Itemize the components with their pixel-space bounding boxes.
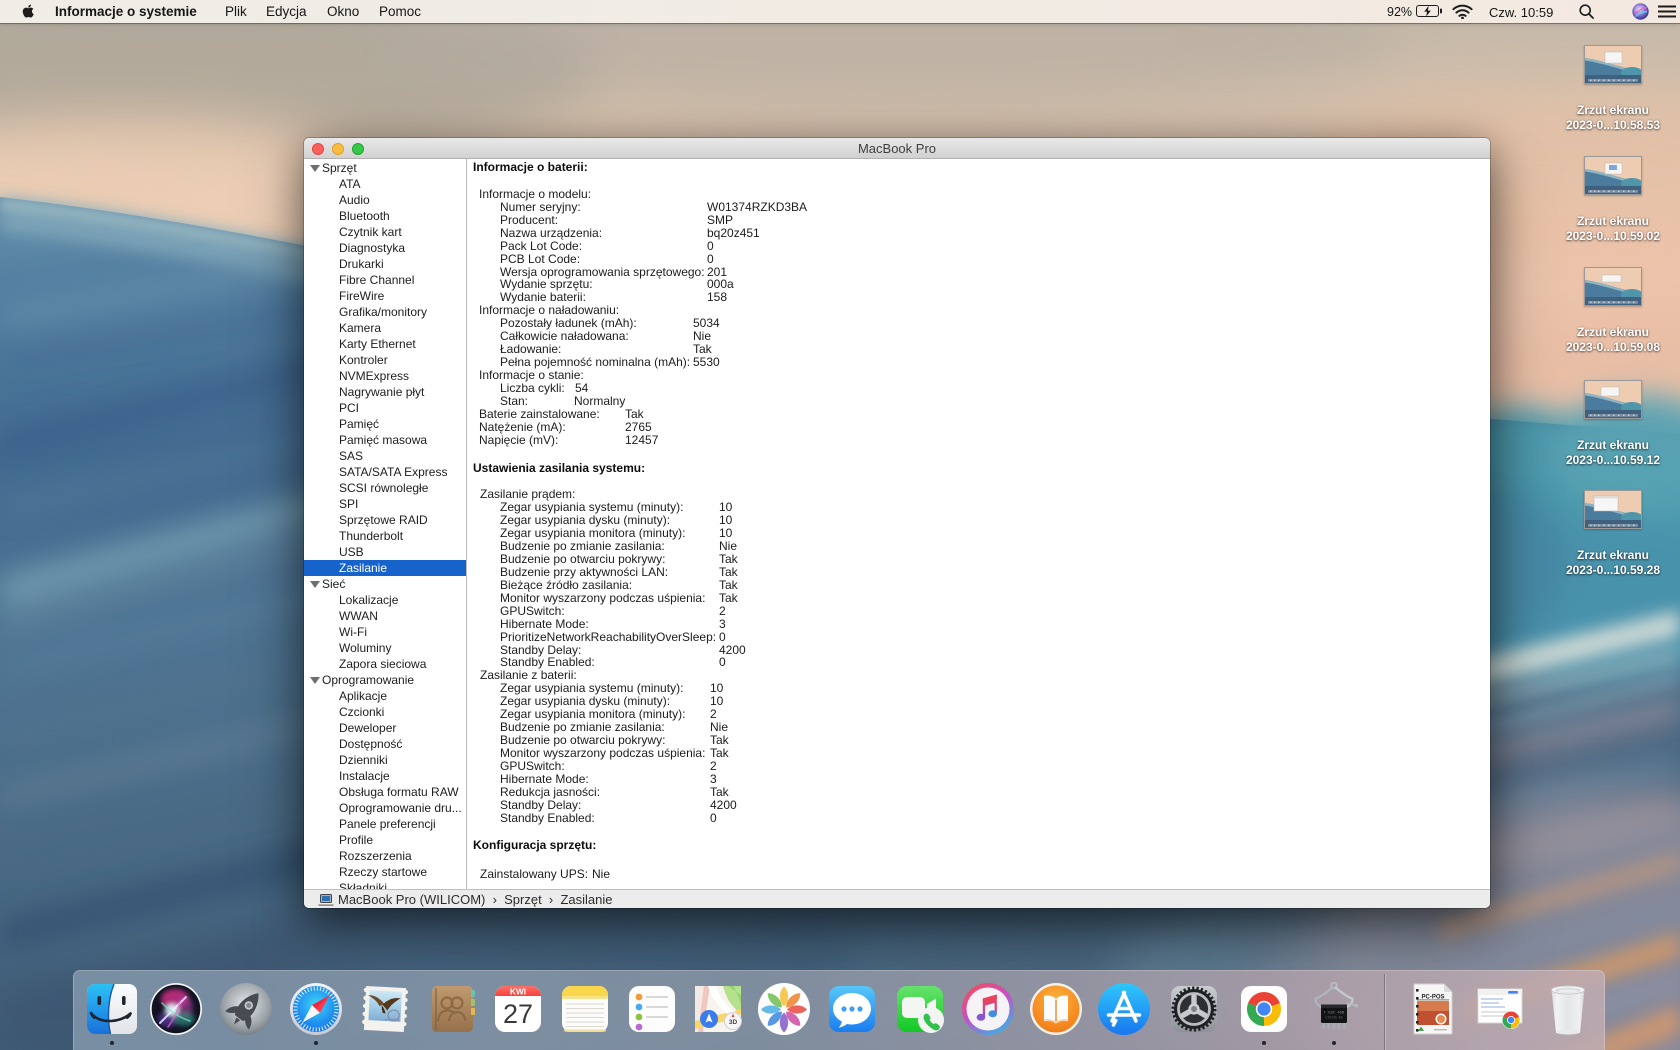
svg-text:27: 27	[503, 999, 533, 1029]
svg-text:3D: 3D	[729, 1019, 738, 1026]
svg-text:CIG735 WE: CIG735 WE	[1325, 1016, 1342, 1020]
svg-text:KWI: KWI	[510, 986, 526, 996]
